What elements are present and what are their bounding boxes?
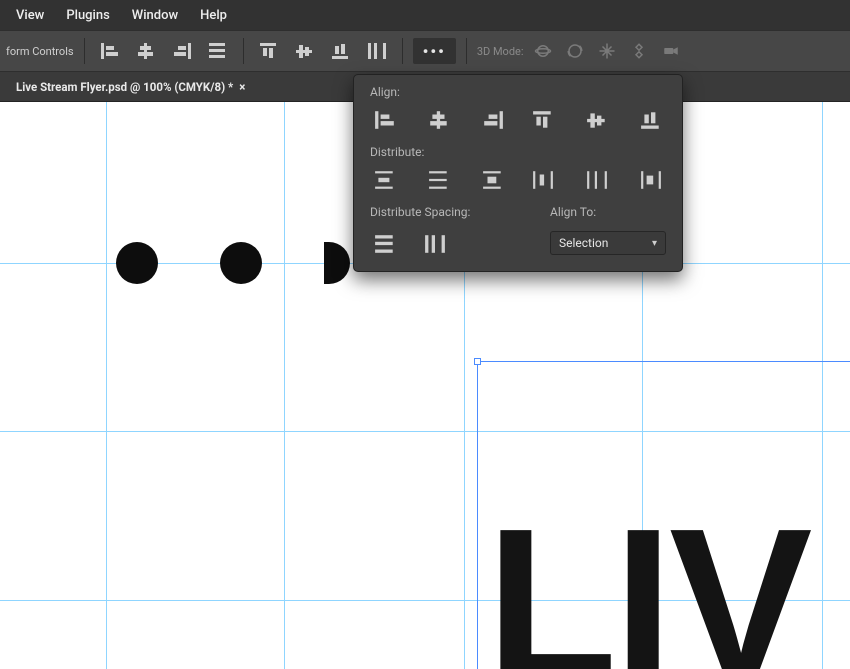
guide-horizontal bbox=[0, 431, 850, 432]
distribute-left-edges-button[interactable] bbox=[528, 167, 558, 193]
distribute-spacing-horizontal-button[interactable] bbox=[370, 231, 400, 257]
camera-3d-icon bbox=[658, 38, 684, 64]
align-distribute-vertically-button[interactable] bbox=[362, 38, 392, 64]
menu-plugins[interactable]: Plugins bbox=[56, 4, 119, 27]
guide-vertical bbox=[106, 102, 107, 669]
guide-vertical bbox=[822, 102, 823, 669]
menu-bar: View Plugins Window Help bbox=[0, 0, 850, 30]
three-d-mode-label: 3D Mode: bbox=[477, 45, 524, 58]
align-horizontal-centers-button[interactable] bbox=[424, 107, 454, 133]
chevron-down-icon: ▾ bbox=[652, 238, 657, 249]
options-bar: form Controls ••• 3D Mode: bbox=[0, 30, 850, 72]
align-top-edges-button[interactable] bbox=[528, 107, 558, 133]
align-left-edges-button[interactable] bbox=[370, 107, 400, 133]
document-tab[interactable]: Live Stream Flyer.psd @ 100% (CMYK/8) * … bbox=[10, 80, 251, 94]
distribute-right-edges-button[interactable] bbox=[636, 167, 666, 193]
separator bbox=[466, 38, 467, 64]
orbit-3d-icon bbox=[530, 38, 556, 64]
align-vertical-centers-button[interactable] bbox=[582, 107, 612, 133]
align-section-label: Align: bbox=[370, 85, 666, 107]
align-to-select[interactable]: Selection ▾ bbox=[550, 231, 666, 255]
roll-3d-icon bbox=[562, 38, 588, 64]
shape-dot bbox=[220, 242, 262, 284]
separator bbox=[84, 38, 85, 64]
menu-view[interactable]: View bbox=[6, 4, 54, 27]
align-horizontal-centers-button[interactable] bbox=[131, 38, 161, 64]
pan-3d-icon bbox=[594, 38, 620, 64]
shape-dot bbox=[324, 242, 350, 284]
menu-help[interactable]: Help bbox=[190, 4, 237, 27]
align-to-label: Align To: bbox=[550, 205, 666, 227]
align-top-edges-button[interactable] bbox=[254, 38, 284, 64]
selection-bounding-box bbox=[477, 361, 478, 669]
guide-vertical bbox=[284, 102, 285, 669]
align-justify-button[interactable] bbox=[203, 38, 233, 64]
align-bottom-edges-button[interactable] bbox=[636, 107, 666, 133]
more-options-button[interactable]: ••• bbox=[413, 38, 456, 64]
distribute-top-edges-button[interactable] bbox=[370, 167, 400, 193]
align-right-edges-button[interactable] bbox=[478, 107, 508, 133]
more-options-icon: ••• bbox=[423, 42, 446, 61]
distribute-horizontal-centers-button[interactable] bbox=[582, 167, 612, 193]
align-to-select-value: Selection bbox=[559, 236, 608, 250]
close-tab-icon[interactable]: × bbox=[239, 80, 245, 94]
distribute-spacing-vertical-button[interactable] bbox=[420, 231, 450, 257]
document-tab-title: Live Stream Flyer.psd @ 100% (CMYK/8) * bbox=[16, 80, 233, 94]
distribute-spacing-label: Distribute Spacing: bbox=[370, 205, 470, 227]
selection-bounding-box bbox=[477, 361, 850, 362]
align-right-edges-button[interactable] bbox=[167, 38, 197, 64]
align-bottom-edges-button[interactable] bbox=[326, 38, 356, 64]
distribute-bottom-edges-button[interactable] bbox=[478, 167, 508, 193]
align-distribute-panel[interactable]: Align: Distribute: bbox=[353, 74, 683, 272]
align-vertical-centers-button[interactable] bbox=[290, 38, 320, 64]
align-left-edges-button[interactable] bbox=[95, 38, 125, 64]
selection-handle[interactable] bbox=[474, 358, 481, 365]
distribute-vertical-centers-button[interactable] bbox=[424, 167, 454, 193]
distribute-section-label: Distribute: bbox=[370, 145, 666, 167]
shape-dot bbox=[116, 242, 158, 284]
transform-controls-label: form Controls bbox=[6, 45, 74, 58]
menu-window[interactable]: Window bbox=[122, 4, 188, 27]
separator bbox=[402, 38, 403, 64]
separator bbox=[243, 38, 244, 64]
flyer-text: LIV bbox=[486, 496, 808, 669]
slide-3d-icon bbox=[626, 38, 652, 64]
